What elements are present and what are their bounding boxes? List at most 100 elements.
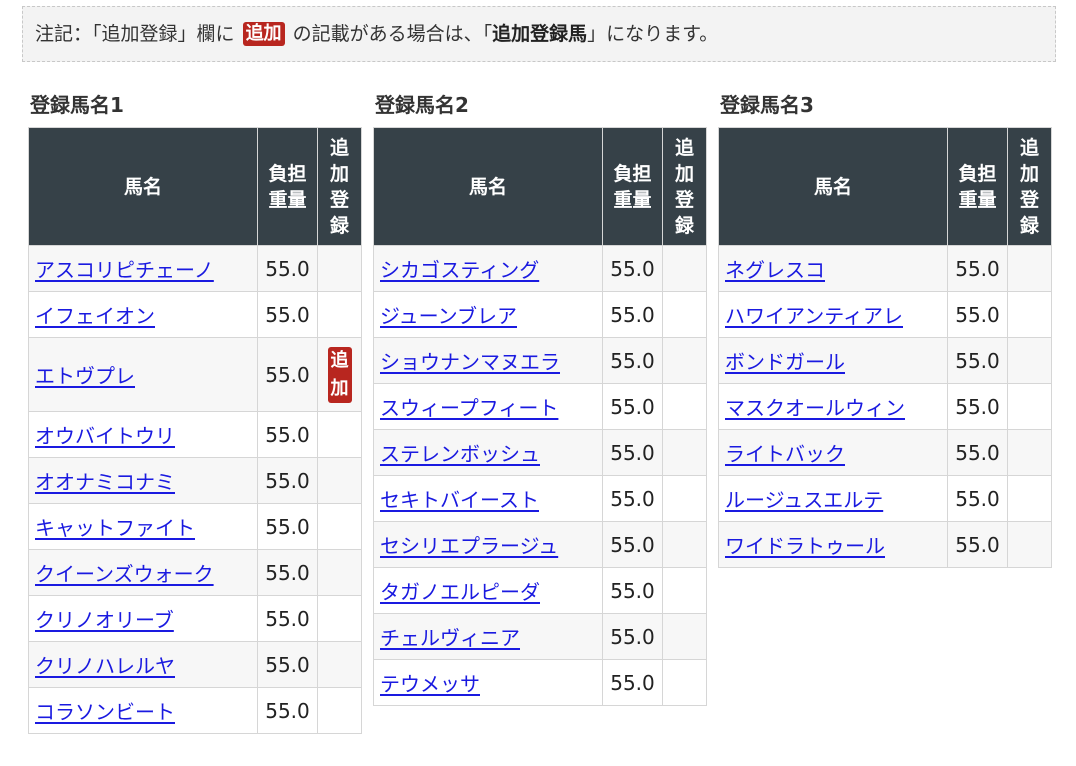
horse-name-link[interactable]: ハワイアンティアレ (725, 304, 903, 328)
horse-name-cell: マスクオールウィン (718, 383, 948, 430)
notice-suffix: 」になります。 (587, 23, 719, 45)
horse-name-link[interactable]: キャットファイト (35, 516, 195, 540)
weight-cell: 55.0 (602, 475, 663, 522)
horse-name-link[interactable]: オウバイトウリ (35, 424, 175, 448)
header-added-registration: 追 加 登 録 (662, 127, 707, 246)
added-badge: 追 加 (327, 346, 352, 403)
weight-cell: 55.0 (257, 687, 318, 734)
weight-cell: 55.0 (257, 411, 318, 458)
horse-name-cell: ジューンブレア (373, 291, 603, 338)
table-header-row: 馬名 負担 重量追 加 登 録 (373, 127, 707, 246)
table-row: アスコリピチェーノ 55.0 (28, 245, 362, 292)
header-horse-name: 馬名 (373, 127, 603, 246)
horse-name-cell: クリノオリーブ (28, 595, 258, 642)
horse-name-cell: セシリエプラージュ (373, 521, 603, 568)
added-registration-cell (1007, 337, 1052, 384)
table-row: ショウナンマヌエラ 55.0 (373, 337, 707, 384)
horse-name-link[interactable]: チェルヴィニア (380, 626, 520, 650)
horse-name-cell: ボンドガール (718, 337, 948, 384)
horse-name-link[interactable]: ショウナンマヌエラ (380, 350, 560, 374)
table-row: マスクオールウィン 55.0 (718, 383, 1052, 430)
horse-name-link[interactable]: ライトバック (725, 442, 845, 466)
horse-name-cell: エトヴプレ (28, 337, 258, 412)
header-weight: 負担 重量 (947, 127, 1008, 246)
horse-name-cell: オオナミコナミ (28, 457, 258, 504)
notice-prefix: 注記：「追加登録」欄に (35, 23, 235, 45)
added-registration-cell (662, 291, 707, 338)
weight-cell: 55.0 (947, 245, 1008, 292)
horse-name-cell: セキトバイースト (373, 475, 603, 522)
horse-name-link[interactable]: ジューンブレア (380, 304, 517, 328)
horse-name-link[interactable]: エトヴプレ (35, 364, 135, 388)
added-registration-cell (662, 613, 707, 660)
horse-name-cell: ショウナンマヌエラ (373, 337, 603, 384)
horse-table: 馬名 負担 重量追 加 登 録ネグレスコ 55.0 ハワイアンティアレ 55.0 ボンドガ… (718, 127, 1052, 568)
horse-name-link[interactable]: ステレンボッシュ (380, 442, 540, 466)
horse-name-link[interactable]: クリノハレルヤ (35, 654, 175, 678)
table-row: オウバイトウリ 55.0 (28, 411, 362, 458)
added-registration-cell (317, 411, 362, 458)
horse-name-link[interactable]: クイーンズウォーク (35, 562, 214, 586)
group-title: 登録馬名3 (720, 93, 814, 117)
added-registration-cell (662, 337, 707, 384)
notice-middle: の記載がある場合は、「 (292, 23, 493, 45)
weight-cell: 55.0 (257, 503, 318, 550)
horse-name-link[interactable]: セシリエプラージュ (380, 534, 558, 558)
header-added-registration: 追 加 登 録 (1007, 127, 1052, 246)
weight-cell: 55.0 (947, 291, 1008, 338)
horse-name-cell: チェルヴィニア (373, 613, 603, 660)
group-title: 登録馬名2 (375, 93, 469, 117)
horse-name-cell: ステレンボッシュ (373, 429, 603, 476)
table-row: スウィープフィート 55.0 (373, 383, 707, 430)
horse-name-link[interactable]: オオナミコナミ (35, 470, 175, 494)
horse-name-link[interactable]: マスクオールウィン (725, 396, 905, 420)
weight-cell: 55.0 (947, 521, 1008, 568)
horse-group-3: 登録馬名3 馬名 負担 重量追 加 登 録ネグレスコ 55.0 ハワイアンティアレ 55.… (718, 90, 1052, 568)
weight-cell: 55.0 (602, 337, 663, 384)
horse-name-link[interactable]: シカゴスティング (380, 258, 539, 282)
table-row: クリノオリーブ 55.0 (28, 595, 362, 642)
horse-table: 馬名 負担 重量追 加 登 録アスコリピチェーノ 55.0 イフェイオン 55.0 エトヴ… (28, 127, 362, 734)
horse-name-link[interactable]: セキトバイースト (380, 488, 539, 512)
horse-group-2: 登録馬名2 馬名 負担 重量追 加 登 録シカゴスティング 55.0 ジューンブレア 55… (373, 90, 707, 706)
horse-name-link[interactable]: クリノオリーブ (35, 608, 174, 632)
table-header-row: 馬名 負担 重量追 加 登 録 (718, 127, 1052, 246)
horse-name-link[interactable]: イフェイオン (35, 304, 155, 328)
table-row: ワイドラトゥール 55.0 (718, 521, 1052, 568)
added-registration-cell (662, 567, 707, 614)
header-horse-name: 馬名 (718, 127, 948, 246)
weight-cell: 55.0 (257, 245, 318, 292)
weight-cell: 55.0 (602, 659, 663, 706)
table-row: キャットファイト 55.0 (28, 503, 362, 550)
added-registration-cell (1007, 245, 1052, 292)
horse-name-cell: ライトバック (718, 429, 948, 476)
notice-added-badge: 追加 (242, 22, 285, 46)
horse-name-link[interactable]: スウィープフィート (380, 396, 558, 420)
table-row: オオナミコナミ 55.0 (28, 457, 362, 504)
horse-name-link[interactable]: ネグレスコ (725, 258, 825, 282)
added-registration-cell (317, 245, 362, 292)
weight-cell: 55.0 (257, 595, 318, 642)
horse-name-link[interactable]: テウメッサ (380, 672, 480, 696)
horse-name-link[interactable]: タガノエルピーダ (380, 580, 540, 604)
table-row: ボンドガール 55.0 (718, 337, 1052, 384)
added-registration-cell (317, 687, 362, 734)
horse-name-cell: スウィープフィート (373, 383, 603, 430)
horse-name-link[interactable]: ルージュスエルテ (725, 488, 883, 512)
horse-name-cell: クイーンズウォーク (28, 549, 258, 596)
added-registration-cell (317, 503, 362, 550)
horse-name-cell: ハワイアンティアレ (718, 291, 948, 338)
horse-name-link[interactable]: ボンドガール (725, 350, 845, 374)
header-weight: 負担 重量 (257, 127, 318, 246)
table-row: セシリエプラージュ 55.0 (373, 521, 707, 568)
weight-cell: 55.0 (602, 291, 663, 338)
table-row: イフェイオン 55.0 (28, 291, 362, 338)
weight-cell: 55.0 (947, 383, 1008, 430)
added-registration-cell (317, 595, 362, 642)
horse-name-link[interactable]: ワイドラトゥール (725, 534, 885, 558)
table-row: チェルヴィニア 55.0 (373, 613, 707, 660)
table-row: シカゴスティング 55.0 (373, 245, 707, 292)
horse-name-link[interactable]: コラソンビート (35, 700, 175, 724)
horse-name-cell: アスコリピチェーノ (28, 245, 258, 292)
horse-name-link[interactable]: アスコリピチェーノ (35, 258, 214, 282)
